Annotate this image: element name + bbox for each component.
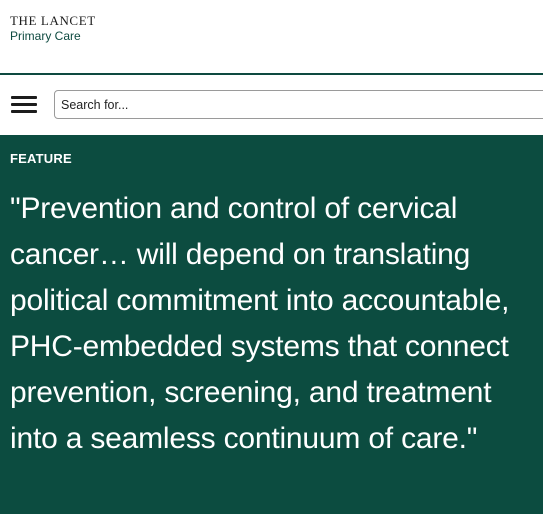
masthead: THE LANCET Primary Care (0, 0, 543, 75)
menu-line (11, 103, 37, 106)
logo-subtitle: Primary Care (10, 29, 81, 43)
search-toolbar (0, 75, 543, 135)
feature-quote: "Prevention and control of cervical canc… (10, 192, 510, 455)
feature-label: FEATURE (10, 151, 72, 166)
menu-line (11, 110, 37, 113)
logo-title: THE LANCET (10, 13, 96, 28)
menu-line (11, 96, 37, 99)
search-input[interactable] (54, 90, 543, 119)
feature-banner: FEATURE "Prevention and control of cervi… (0, 135, 543, 514)
hamburger-menu-icon[interactable] (11, 94, 37, 114)
journal-logo[interactable]: THE LANCET Primary Care (10, 14, 96, 42)
